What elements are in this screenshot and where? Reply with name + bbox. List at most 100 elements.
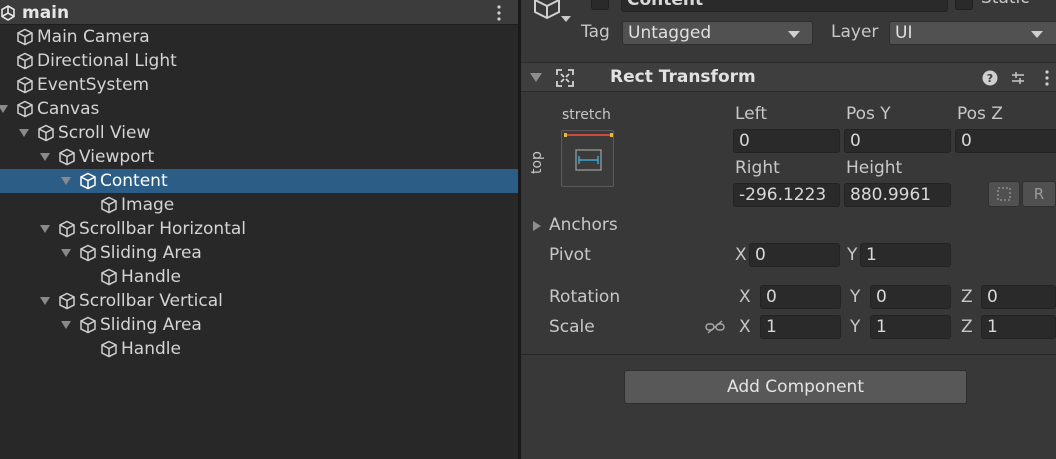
more-options-icon[interactable]: [494, 4, 504, 22]
pivot-x-input[interactable]: 0: [749, 243, 840, 267]
chevron-down-icon: [1031, 31, 1043, 38]
icon-dropdown-caret-icon[interactable]: [561, 16, 571, 22]
tag-label: Tag: [581, 22, 610, 42]
hierarchy-item[interactable]: Handle: [0, 265, 518, 289]
add-component-button[interactable]: Add Component: [624, 370, 967, 404]
presets-sliders-icon[interactable]: [1010, 70, 1026, 86]
anchors-foldout-icon[interactable]: [533, 221, 541, 231]
posy-input[interactable]: 0: [844, 129, 951, 153]
component-separator: [521, 354, 1056, 355]
tag-value: Untagged: [628, 23, 712, 43]
foldout-arrow-icon[interactable]: [61, 249, 71, 257]
anchor-preset-icon: [564, 133, 613, 171]
scale-y-label: Y: [850, 317, 861, 337]
hierarchy-item-label: Handle: [121, 339, 181, 359]
hierarchy-item[interactable]: Sliding Area: [0, 313, 518, 337]
foldout-arrow-icon[interactable]: [40, 153, 50, 161]
blueprint-mode-button[interactable]: [988, 181, 1020, 207]
scene-title: main: [22, 3, 70, 23]
rot-z-label: Z: [961, 287, 973, 307]
foldout-arrow-icon[interactable]: [61, 321, 71, 329]
tag-dropdown[interactable]: Untagged: [622, 21, 813, 45]
hierarchy-item[interactable]: Content: [0, 169, 518, 193]
anchors-label[interactable]: Anchors: [549, 215, 618, 235]
hierarchy-item[interactable]: Scrollbar Vertical: [0, 289, 518, 313]
cube-icon: [59, 148, 75, 166]
height-value: 880.9961: [850, 185, 932, 205]
hierarchy-item-label: Scroll View: [58, 123, 151, 143]
scale-y-input[interactable]: 1: [870, 315, 951, 339]
more-options-icon[interactable]: [1043, 69, 1051, 87]
cube-icon: [38, 124, 54, 142]
cube-icon: [59, 220, 75, 238]
foldout-arrow-icon[interactable]: [19, 129, 29, 137]
hierarchy-item-label: Content: [100, 171, 168, 191]
scale-label: Scale: [549, 317, 595, 337]
cube-icon: [17, 76, 33, 94]
foldout-arrow-icon[interactable]: [61, 177, 71, 185]
hierarchy-item[interactable]: Image: [0, 193, 518, 217]
pivot-x-value: 0: [755, 245, 766, 265]
hierarchy-item[interactable]: Directional Light: [0, 49, 518, 73]
hierarchy-item[interactable]: Viewport: [0, 145, 518, 169]
object-name-field[interactable]: Content: [621, 0, 948, 12]
raw-edit-button[interactable]: R: [1022, 181, 1056, 207]
anchor-preset-button[interactable]: [561, 130, 614, 187]
hierarchy-item[interactable]: EventSystem: [0, 73, 518, 97]
static-checkbox[interactable]: [955, 0, 973, 10]
scale-z-label: Z: [961, 317, 973, 337]
hierarchy-item[interactable]: Main Camera: [0, 25, 518, 49]
posz-label: Pos Z: [957, 104, 1003, 124]
layer-dropdown[interactable]: UI: [889, 21, 1056, 45]
hierarchy-item[interactable]: Sliding Area: [0, 241, 518, 265]
posz-input[interactable]: 0: [955, 129, 1056, 153]
foldout-arrow-icon[interactable]: [0, 105, 8, 113]
posy-label: Pos Y: [846, 104, 891, 124]
cube-icon: [59, 292, 75, 310]
cube-icon: [80, 244, 96, 262]
hierarchy-item-label: Main Camera: [37, 27, 150, 47]
hierarchy-item-label: Sliding Area: [100, 243, 202, 263]
cube-icon: [80, 172, 96, 190]
scale-x-input[interactable]: 1: [760, 315, 841, 339]
rot-z-input[interactable]: 0: [981, 285, 1056, 309]
constrain-proportions-icon[interactable]: [705, 319, 725, 335]
hierarchy-item-label: Viewport: [79, 147, 155, 167]
foldout-arrow-icon[interactable]: [40, 225, 50, 233]
pivot-label: Pivot: [549, 245, 591, 265]
height-input[interactable]: 880.9961: [844, 183, 951, 207]
active-toggle[interactable]: [591, 0, 609, 10]
hierarchy-item-label: EventSystem: [37, 75, 150, 95]
help-icon[interactable]: ?: [982, 70, 998, 86]
hierarchy-item[interactable]: Scroll View: [0, 121, 518, 145]
hierarchy-item[interactable]: Scrollbar Horizontal: [0, 217, 518, 241]
cube-icon: [101, 268, 117, 286]
scene-header[interactable]: main: [0, 0, 518, 25]
rect-transform-header[interactable]: Rect Transform ?: [521, 62, 1056, 92]
pivot-y-label: Y: [847, 245, 858, 265]
blueprint-mode-icon: [997, 187, 1011, 201]
rect-transform-icon: [556, 69, 574, 87]
hierarchy-item[interactable]: Handle: [0, 337, 518, 361]
rot-y-input[interactable]: 0: [870, 285, 951, 309]
add-component-label: Add Component: [726, 377, 864, 397]
scale-z-value: 1: [987, 317, 998, 337]
left-input[interactable]: 0: [733, 129, 840, 153]
hierarchy-item-label: Image: [121, 195, 175, 215]
chevron-down-icon: [788, 31, 800, 38]
hierarchy-item[interactable]: Canvas: [0, 97, 518, 121]
pivot-y-input[interactable]: 1: [860, 243, 951, 267]
object-name-text: Content: [627, 0, 704, 10]
scale-z-input[interactable]: 1: [981, 315, 1056, 339]
rot-x-input[interactable]: 0: [760, 285, 841, 309]
right-input[interactable]: -296.1223: [733, 183, 840, 207]
foldout-arrow-icon[interactable]: [40, 297, 50, 305]
cube-icon: [101, 340, 117, 358]
hierarchy-item-label: Scrollbar Vertical: [79, 291, 223, 311]
hierarchy-item-label: Handle: [121, 267, 181, 287]
left-value: 0: [739, 131, 750, 151]
foldout-arrow-icon[interactable]: [530, 73, 542, 82]
gameobject-cube-icon: [534, 0, 560, 20]
rot-z-value: 0: [987, 287, 998, 307]
posy-value: 0: [850, 131, 861, 151]
